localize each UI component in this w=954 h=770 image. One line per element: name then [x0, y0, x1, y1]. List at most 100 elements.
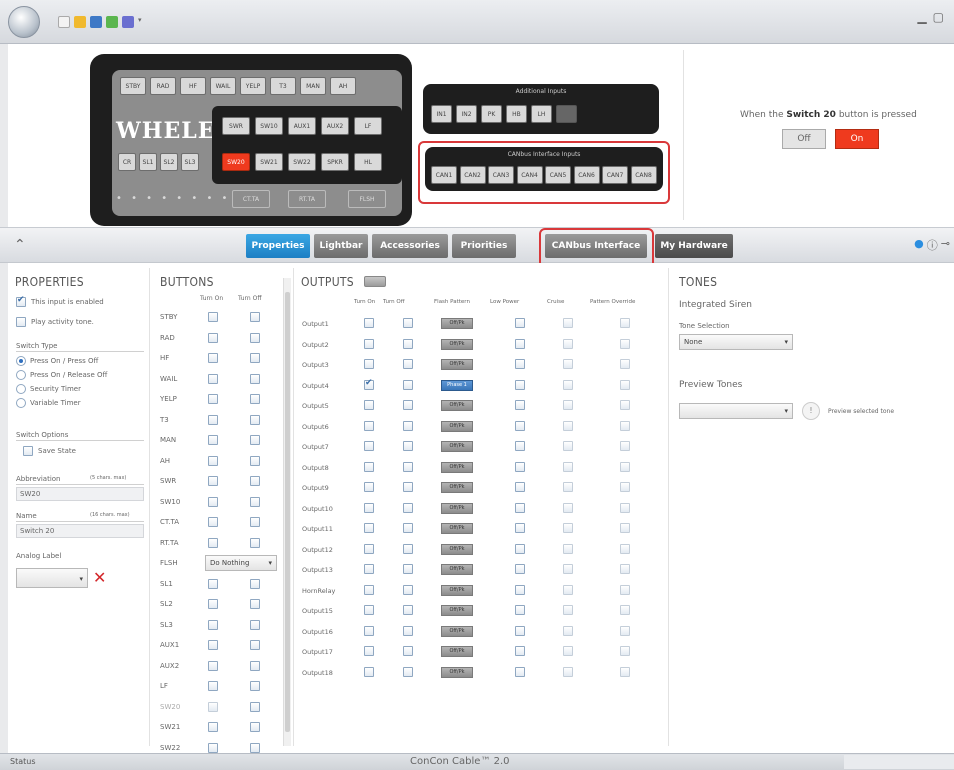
enabled-checkbox[interactable] [16, 295, 26, 307]
flash-pattern-button[interactable]: Off/Pk [441, 318, 473, 329]
output-turn-on-checkbox[interactable] [364, 523, 374, 533]
turn-off-checkbox[interactable] [250, 640, 260, 650]
cruise-checkbox[interactable] [563, 605, 573, 615]
additional-input-button[interactable] [556, 105, 577, 123]
console-button[interactable]: AUX1 [288, 117, 316, 135]
help-icon[interactable]: ● [914, 237, 924, 253]
tone-checkbox[interactable] [16, 317, 26, 327]
low-power-checkbox[interactable] [515, 584, 525, 595]
low-power-checkbox[interactable] [515, 605, 525, 615]
cruise-checkbox[interactable] [563, 441, 573, 451]
pattern-override-checkbox[interactable] [620, 646, 630, 656]
low-power-checkbox[interactable] [515, 379, 525, 390]
device-icon[interactable] [122, 16, 134, 28]
restore-icon[interactable]: ▢ [933, 10, 944, 24]
turn-on-checkbox[interactable] [208, 517, 218, 527]
turn-on-checkbox[interactable] [208, 619, 218, 630]
output-turn-on-checkbox[interactable] [364, 646, 374, 656]
console-button[interactable]: CT.TA [232, 190, 270, 208]
cruise-checkbox[interactable] [563, 338, 573, 349]
radio-variable-timer[interactable] [16, 398, 26, 408]
low-power-checkbox[interactable] [515, 564, 525, 574]
cruise-checkbox[interactable] [563, 625, 573, 636]
buttons-scrollbar[interactable] [283, 278, 291, 746]
cruise-checkbox[interactable] [563, 523, 573, 533]
output-turn-off-checkbox[interactable] [403, 482, 413, 492]
turn-off-checkbox[interactable] [250, 681, 260, 691]
output-turn-off-checkbox[interactable] [403, 646, 413, 656]
output-turn-off-checkbox[interactable] [403, 523, 413, 533]
console-button[interactable]: AUX2 [321, 117, 349, 135]
flash-pattern-button[interactable]: Off/Pk [441, 625, 473, 637]
flash-pattern-button[interactable]: Off/Pk [441, 523, 473, 534]
radio-press-on-press-off[interactable] [16, 356, 26, 366]
low-power-checkbox[interactable] [515, 482, 525, 492]
pattern-override-checkbox[interactable] [620, 318, 630, 328]
turn-off-checkbox[interactable] [250, 722, 260, 732]
low-power-checkbox[interactable] [515, 359, 525, 369]
app-menu-button[interactable] [8, 6, 40, 38]
turn-on-checkbox[interactable] [208, 496, 218, 507]
low-power-checkbox[interactable] [515, 420, 525, 431]
output-turn-off-checkbox[interactable] [403, 605, 413, 615]
flash-pattern-button[interactable]: Off/Pk [441, 400, 473, 411]
flash-pattern-button[interactable]: Off/Pk [441, 359, 473, 370]
console-button[interactable]: HL [354, 153, 382, 171]
output-turn-off-checkbox[interactable] [403, 420, 413, 431]
console-button[interactable]: T3 [270, 77, 296, 95]
console-button[interactable]: SW10 [255, 117, 283, 135]
radio-security-timer[interactable] [16, 384, 26, 394]
turn-off-checkbox[interactable] [250, 599, 260, 609]
turn-on-checkbox[interactable] [208, 722, 218, 732]
flash-pattern-button[interactable]: Phase 1 [441, 379, 473, 391]
output-turn-on-checkbox[interactable] [364, 625, 374, 636]
cruise-checkbox[interactable] [563, 564, 573, 574]
pattern-override-checkbox[interactable] [620, 666, 630, 677]
console-button[interactable]: CR [118, 153, 136, 171]
outputs-toggle[interactable] [364, 276, 386, 287]
flash-pattern-button[interactable]: Off/Pk [441, 482, 473, 493]
turn-on-checkbox[interactable] [208, 537, 218, 548]
pattern-override-checkbox[interactable] [620, 338, 630, 349]
output-turn-on-checkbox[interactable] [364, 420, 374, 431]
turn-off-checkbox[interactable] [250, 455, 260, 466]
flash-pattern-button[interactable]: Off/Pk [441, 584, 473, 596]
pattern-override-checkbox[interactable] [620, 625, 630, 636]
flash-pattern-button[interactable]: Off/Pk [441, 461, 473, 473]
turn-off-checkbox[interactable] [250, 537, 260, 548]
pattern-override-checkbox[interactable] [620, 420, 630, 431]
output-turn-off-checkbox[interactable] [403, 564, 413, 574]
flash-pattern-button[interactable]: Off/Pk [441, 543, 473, 555]
pattern-override-checkbox[interactable] [620, 359, 630, 369]
low-power-checkbox[interactable] [515, 625, 525, 636]
turn-on-checkbox[interactable] [208, 599, 218, 609]
clear-icon[interactable]: ✕ [93, 568, 106, 587]
turn-off-checkbox[interactable] [250, 619, 260, 630]
turn-on-checkbox[interactable] [208, 455, 218, 466]
additional-input-button[interactable]: PK [481, 105, 502, 123]
low-power-checkbox[interactable] [515, 523, 525, 533]
cruise-checkbox[interactable] [563, 400, 573, 410]
turn-off-checkbox[interactable] [250, 312, 260, 322]
flash-pattern-button[interactable]: Off/Pk [441, 646, 473, 657]
on-button[interactable]: On [835, 129, 879, 149]
cruise-checkbox[interactable] [563, 461, 573, 472]
output-turn-off-checkbox[interactable] [403, 441, 413, 451]
cruise-checkbox[interactable] [563, 646, 573, 656]
low-power-checkbox[interactable] [515, 441, 525, 451]
console-button[interactable]: RT.TA [288, 190, 326, 208]
tab-lightbar[interactable]: Lightbar [314, 234, 368, 258]
pattern-override-checkbox[interactable] [620, 441, 630, 451]
pattern-override-checkbox[interactable] [620, 379, 630, 390]
output-turn-on-checkbox[interactable] [364, 605, 374, 615]
flash-pattern-button[interactable]: Off/Pk [441, 605, 473, 616]
cruise-checkbox[interactable] [563, 666, 573, 677]
tab-my-hardware[interactable]: My Hardware [655, 234, 733, 258]
analog-label-dropdown[interactable]: ▾ [16, 568, 88, 588]
console-button[interactable]: RAD [150, 77, 176, 95]
output-turn-on-checkbox[interactable] [364, 359, 374, 369]
turn-off-checkbox[interactable] [250, 435, 260, 445]
turn-off-checkbox[interactable] [250, 394, 260, 404]
cruise-checkbox[interactable] [563, 379, 573, 390]
output-turn-off-checkbox[interactable] [403, 359, 413, 369]
